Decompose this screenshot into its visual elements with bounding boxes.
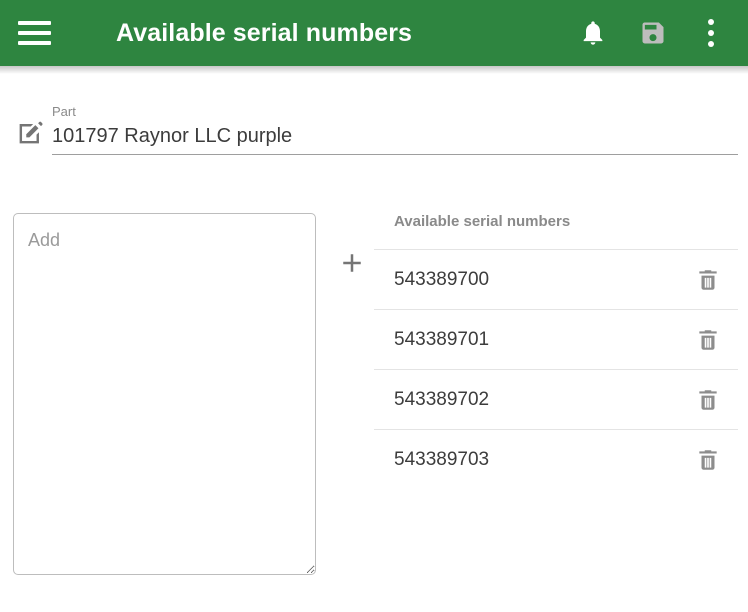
delete-serial-button[interactable] [688, 260, 728, 300]
table-row[interactable]: 543389702 [374, 370, 738, 430]
serial-number-value: 543389701 [394, 328, 490, 350]
part-input[interactable]: Part 101797 Raynor LLC purple [52, 104, 738, 155]
dot [708, 19, 714, 25]
page-title: Available serial numbers [116, 18, 413, 47]
hamburger-bar [18, 41, 51, 45]
add-serial-button[interactable] [330, 241, 374, 285]
serial-list: 543389700 543389701 543389702 543389703 [374, 249, 738, 490]
serial-number-value: 543389703 [394, 449, 490, 470]
bell-icon [583, 21, 603, 45]
table-row[interactable]: 543389700 [374, 250, 738, 310]
hamburger-menu-icon[interactable] [18, 15, 54, 51]
app-bar-actions [576, 16, 726, 50]
serial-number-value: 543389702 [394, 388, 490, 410]
main-content: Available serial numbers 543389700 54338… [0, 213, 748, 575]
save-icon [642, 22, 664, 44]
serial-list-panel: Available serial numbers 543389700 54338… [374, 213, 748, 490]
trash-icon [699, 450, 717, 470]
dot [708, 30, 714, 36]
trash-icon [699, 269, 717, 290]
table-row[interactable]: 543389703 [374, 430, 738, 490]
delete-serial-button[interactable] [688, 320, 728, 360]
edit-part-button[interactable] [13, 115, 47, 149]
delete-serial-button[interactable] [688, 440, 728, 480]
serial-number-value: 543389700 [394, 268, 490, 290]
edit-square-icon [19, 121, 43, 143]
part-field-row: Part 101797 Raynor LLC purple [0, 104, 748, 155]
plus-icon [343, 254, 361, 272]
table-row[interactable]: 543389701 [374, 310, 738, 370]
save-button[interactable] [636, 16, 670, 50]
hamburger-bar [18, 21, 51, 25]
delete-serial-button[interactable] [688, 380, 728, 420]
add-panel [0, 213, 374, 575]
add-serial-textarea[interactable] [13, 213, 316, 575]
part-value: 101797 Raynor LLC purple [52, 125, 293, 147]
overflow-menu-button[interactable] [696, 16, 726, 50]
app-bar: Available serial numbers [0, 0, 748, 74]
hamburger-bar [18, 31, 51, 35]
trash-icon [699, 389, 717, 410]
dot [708, 41, 714, 47]
part-label: Part [52, 104, 76, 119]
serial-list-title: Available serial numbers [394, 213, 571, 230]
trash-icon [699, 329, 717, 350]
notifications-button[interactable] [576, 16, 610, 50]
